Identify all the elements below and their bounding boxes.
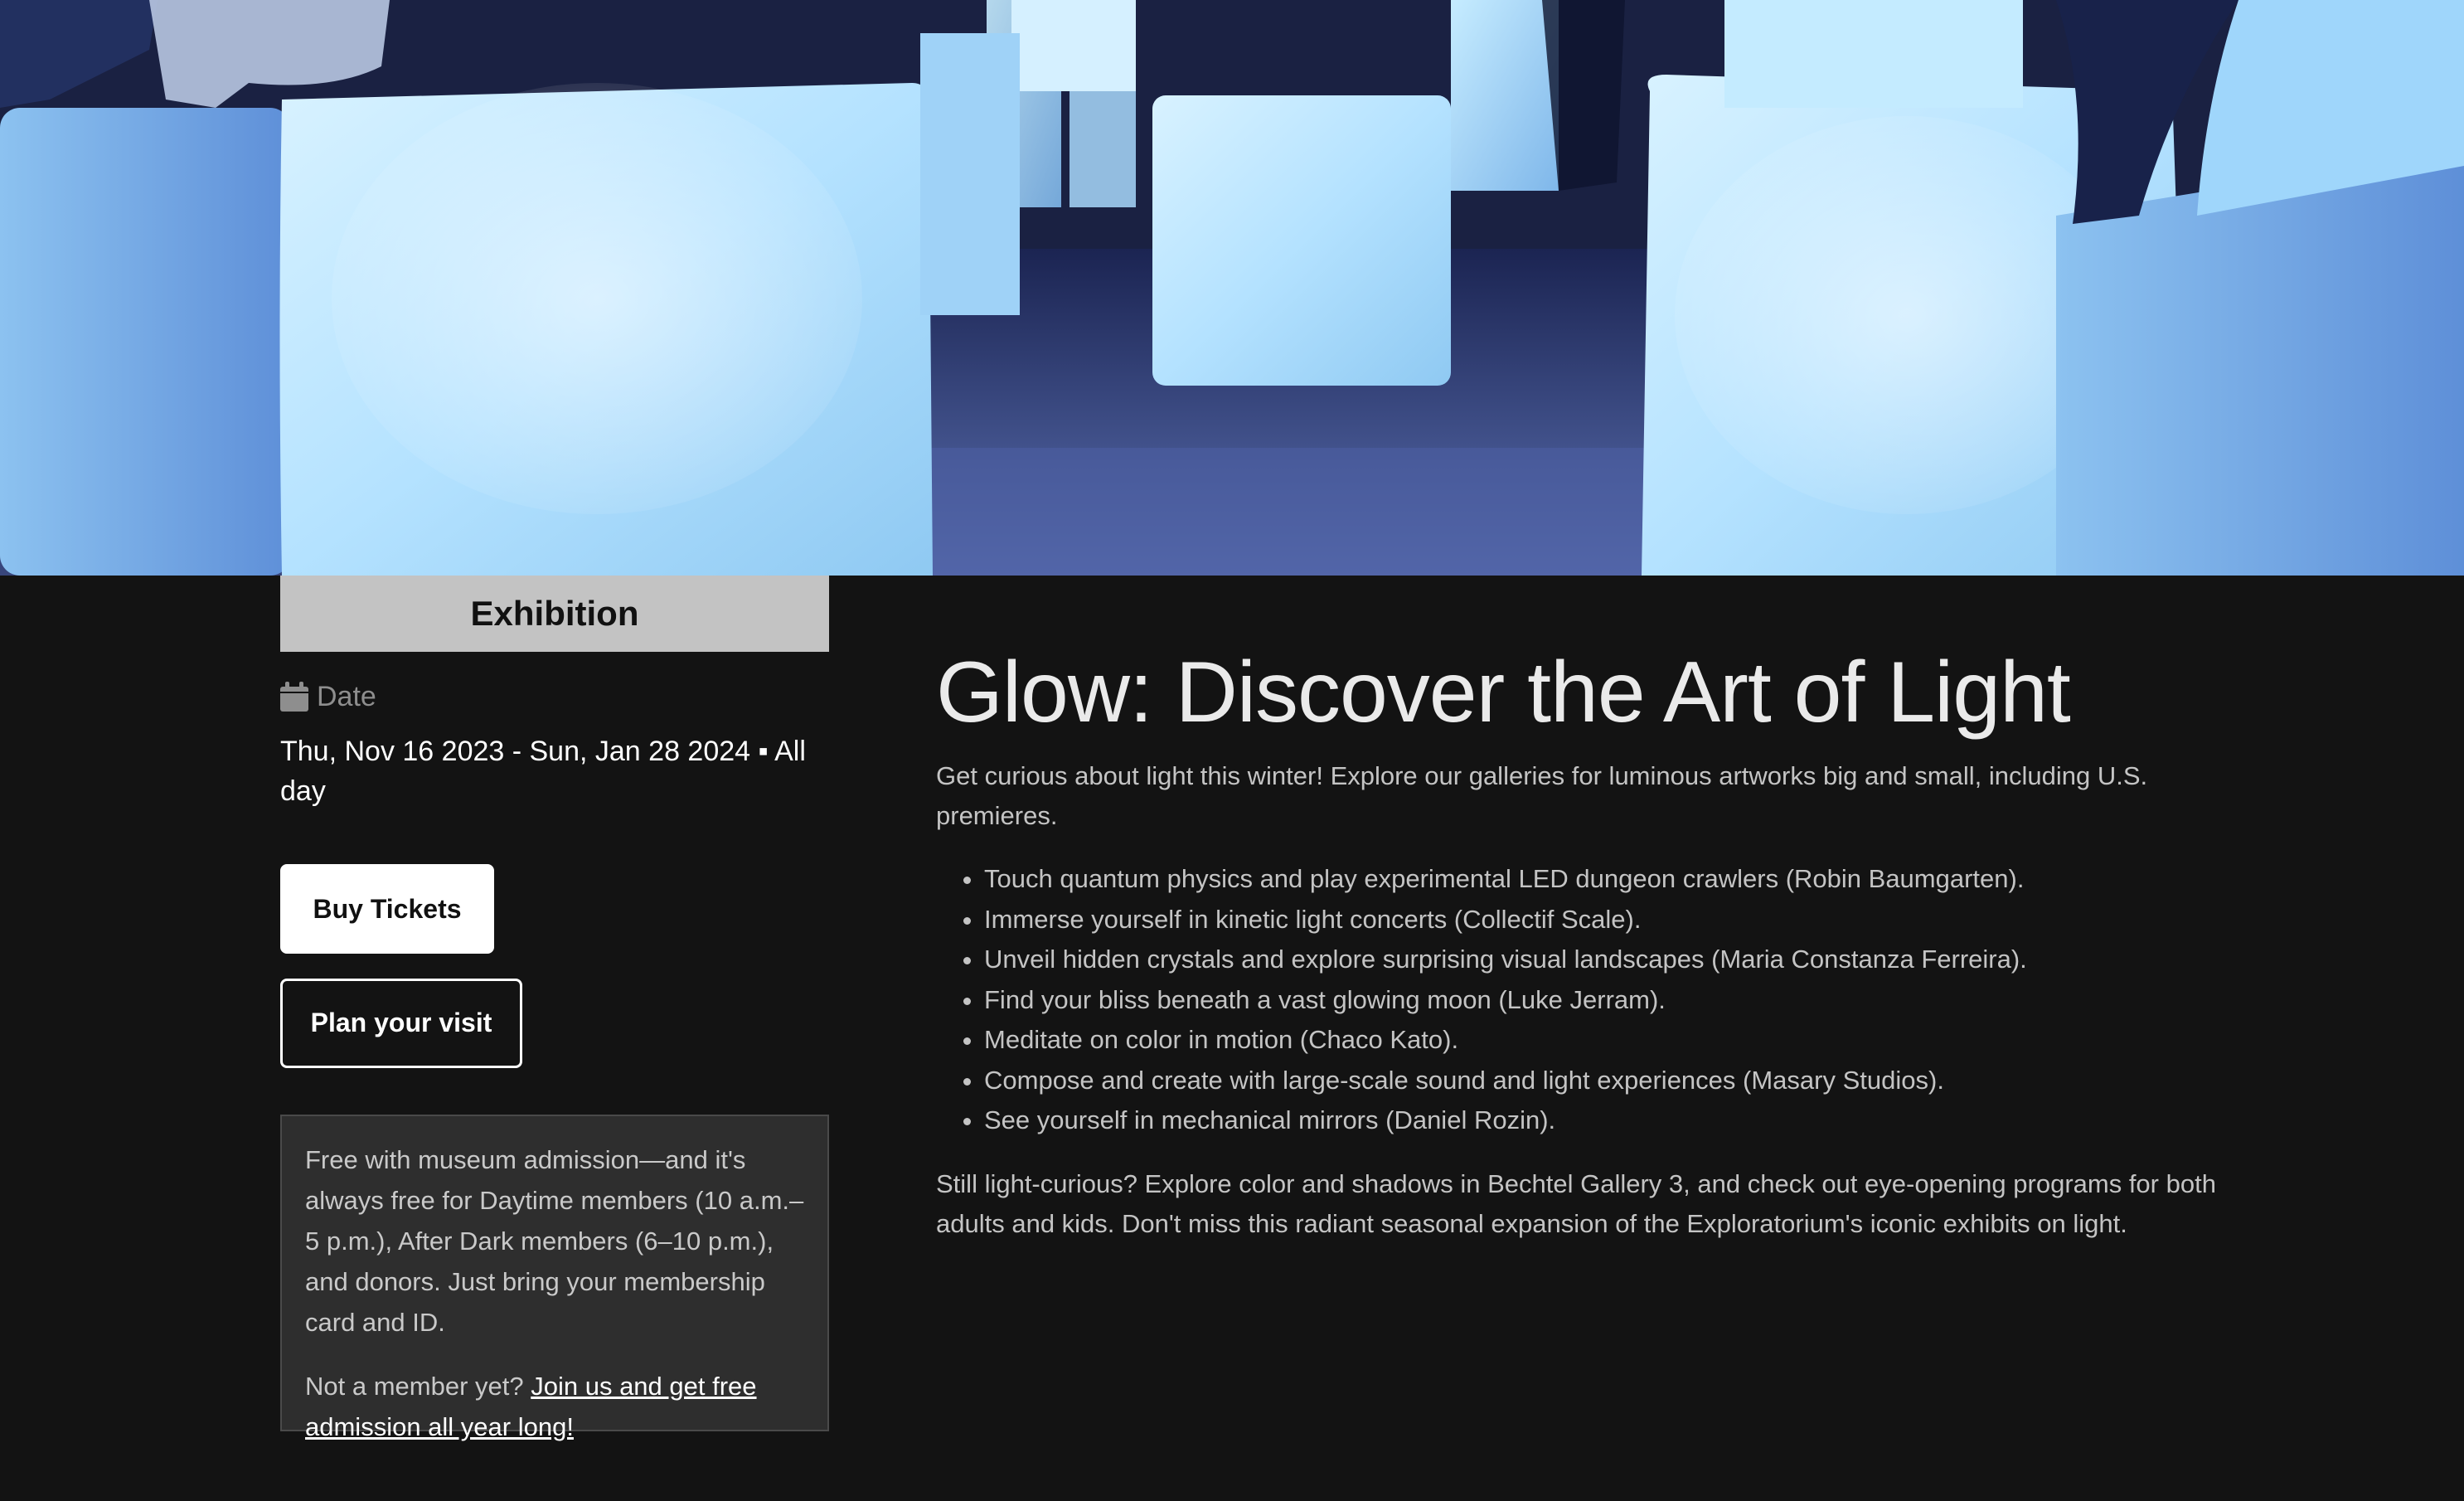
membership-prompt: Not a member yet? Join us and get free a… — [305, 1366, 804, 1447]
event-sidebar: Exhibition Date Thu, Nov 16 2023 - Sun, … — [280, 576, 829, 1441]
date-label-text: Date — [317, 680, 376, 712]
glowing-cubes-illustration — [0, 0, 2464, 576]
event-date-range: Thu, Nov 16 2023 - Sun, Jan 28 2024 ▪ Al… — [280, 736, 806, 807]
list-item: Find your bliss beneath a vast glowing m… — [984, 980, 2229, 1021]
hero-image — [0, 0, 2464, 576]
calendar-icon — [280, 682, 308, 712]
outro-paragraph: Still light-curious? Explore color and s… — [936, 1168, 2216, 1238]
highlights-list: Touch quantum physics and play experimen… — [936, 859, 2229, 1141]
buy-tickets-button[interactable]: Buy Tickets — [280, 864, 494, 954]
list-item: See yourself in mechanical mirrors (Dani… — [984, 1100, 2229, 1141]
exhibition-tag: Exhibition — [280, 576, 829, 652]
date-label: Date — [280, 677, 829, 716]
list-item: Touch quantum physics and play experimen… — [984, 859, 2229, 900]
admission-text: Free with museum admission—and it's alwa… — [305, 1145, 804, 1337]
intro-paragraph: Get curious about light this winter! Exp… — [936, 761, 2148, 830]
list-item: Compose and create with large-scale soun… — [984, 1061, 2229, 1101]
list-item: Unveil hidden crystals and explore surpr… — [984, 940, 2229, 980]
admission-info-box: Free with museum admission—and it's alwa… — [280, 1115, 829, 1441]
plan-visit-button[interactable]: Plan your visit — [280, 979, 522, 1068]
member-prompt-text: Not a member yet? — [305, 1372, 524, 1401]
list-item: Meditate on color in motion (Chaco Kato)… — [984, 1020, 2229, 1061]
page-title: Glow: Discover the Art of Light — [936, 644, 2071, 741]
list-item: Immerse yourself in kinetic light concer… — [984, 900, 2229, 940]
event-details: Glow: Discover the Art of Light Get curi… — [936, 639, 2229, 1244]
